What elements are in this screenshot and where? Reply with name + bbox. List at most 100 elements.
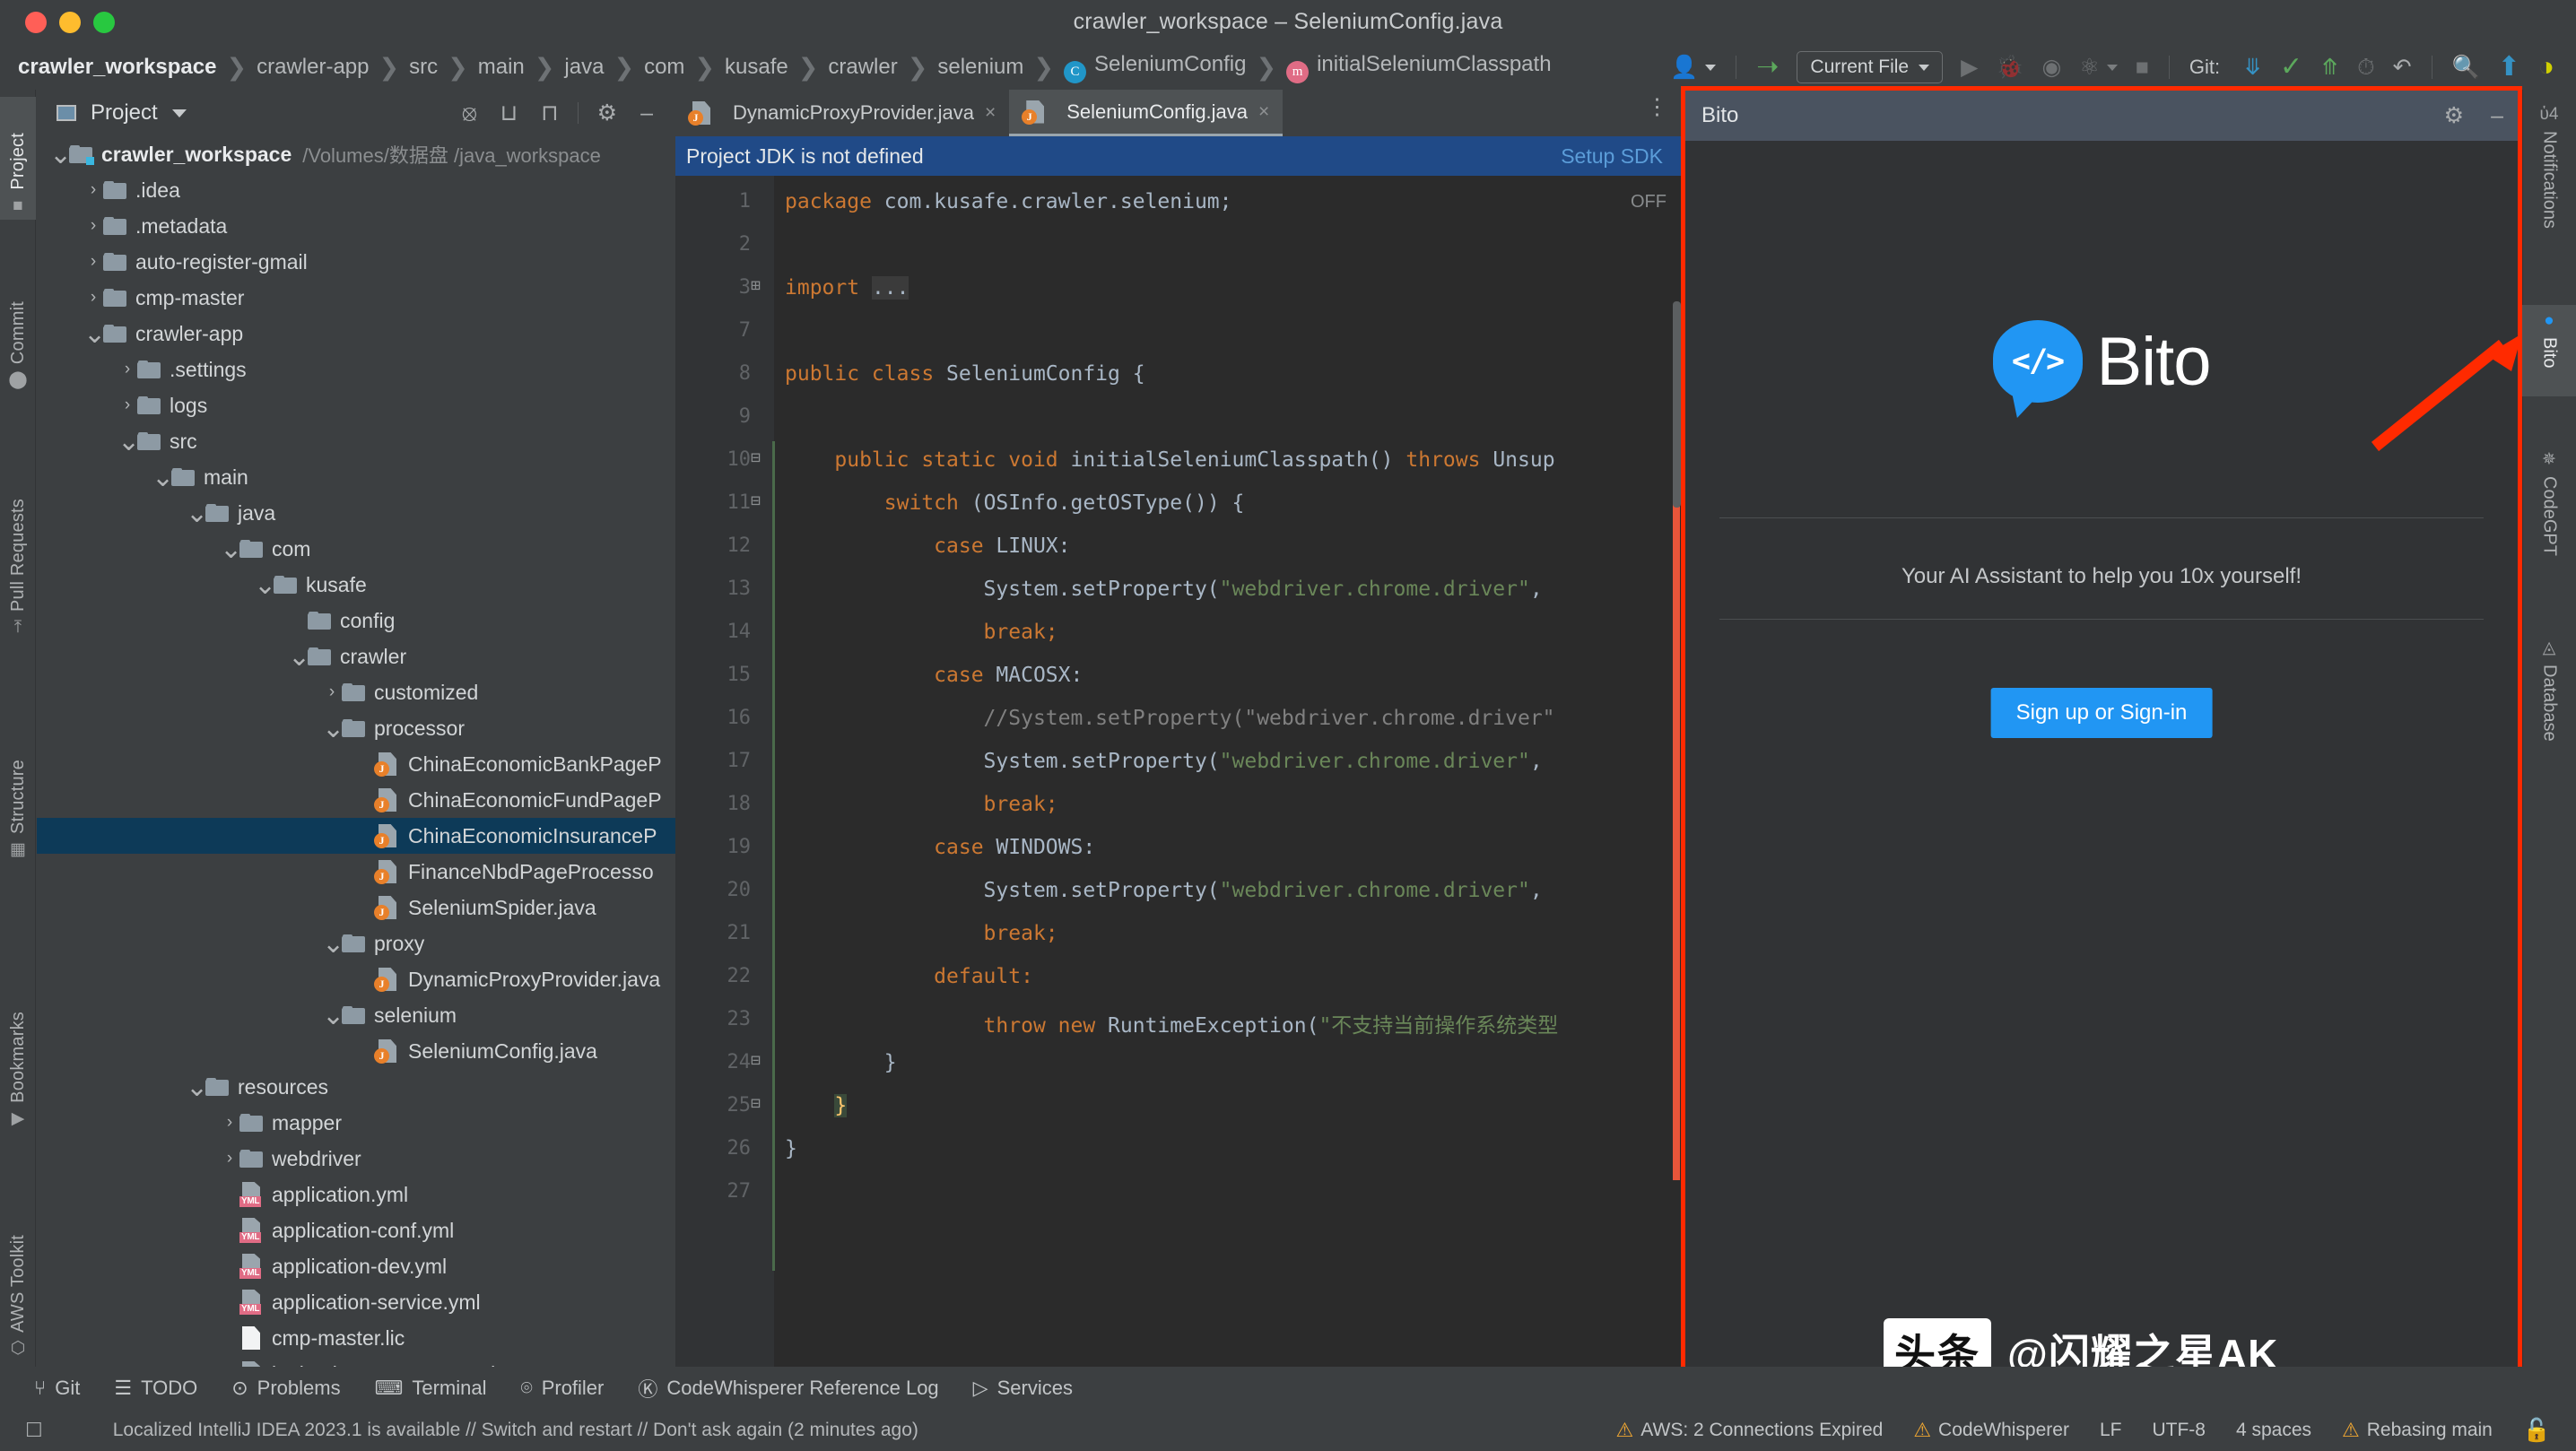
status-item-4-spaces[interactable]: 4 spaces bbox=[2236, 1420, 2311, 1441]
chevron-right-icon[interactable]: › bbox=[83, 252, 103, 272]
tree-row[interactable]: ⌄ main bbox=[37, 459, 675, 495]
breadcrumb-item-main[interactable]: main bbox=[478, 55, 525, 80]
upload-circle-icon[interactable]: ⬆ bbox=[2489, 45, 2529, 90]
breadcrumb-item-src[interactable]: src bbox=[409, 55, 438, 80]
chevron-down-icon[interactable]: ⌄ bbox=[186, 498, 208, 529]
more-options-icon[interactable]: ⋮ bbox=[1646, 96, 1668, 118]
editor-tab-dynamicproxyprovider[interactable]: J DynamicProxyProvider.java × bbox=[675, 90, 1009, 136]
tree-row[interactable]: ⌄ kusafe bbox=[37, 567, 675, 603]
chevron-right-icon[interactable]: › bbox=[117, 360, 137, 379]
bottom-tool-problems[interactable]: ⊙ Problems bbox=[231, 1377, 340, 1400]
coverage-icon[interactable]: ◉ bbox=[2032, 45, 2070, 90]
search-magnifier-icon[interactable]: 🔍 bbox=[2443, 45, 2489, 90]
tree-row[interactable]: ⌄ java bbox=[37, 495, 675, 531]
chevron-down-icon[interactable]: ⌄ bbox=[254, 569, 276, 601]
tree-row[interactable]: › customized bbox=[37, 674, 675, 710]
tree-row[interactable]: · cmp-master.lic bbox=[37, 1320, 675, 1356]
breadcrumb-item-com[interactable]: com bbox=[644, 55, 684, 80]
tree-row[interactable]: › auto-register-gmail bbox=[37, 244, 675, 280]
code-content[interactable]: package com.kusafe.crawler.selenium; impo… bbox=[774, 176, 1681, 1379]
gear-icon[interactable]: ⚙ bbox=[2444, 104, 2464, 127]
bito-signup-button[interactable]: Sign up or Sign-in bbox=[1990, 688, 2213, 738]
debug-bug-icon[interactable]: 🐞 bbox=[1987, 45, 2032, 90]
expand-all-icon[interactable]: ⊔ bbox=[489, 100, 530, 126]
left-tool-tab-commit[interactable]: Commit ⬤ bbox=[0, 282, 36, 394]
user-avatar-icon[interactable]: 👤 bbox=[1661, 45, 1725, 90]
code-editor[interactable]: 1 2 3 ⊞ 7 8 9 10 ⊟ 11 ⊟ 12 13 14 15 16 17 18 19 20 21 22 23 24 ⊟… bbox=[675, 176, 1681, 1379]
ide-info-icon[interactable]: ☐ bbox=[25, 1421, 43, 1440]
left-tool-tab-project[interactable]: Project ■ bbox=[0, 97, 36, 220]
tree-row[interactable]: ·J FinanceNbdPageProcesso bbox=[37, 854, 675, 890]
push-arrow-icon[interactable]: ⤊ bbox=[2311, 45, 2348, 90]
tree-row[interactable]: ·YML application-service.yml bbox=[37, 1284, 675, 1320]
fold-expand-icon[interactable]: ⊞ bbox=[751, 276, 761, 295]
status-item-codewhisperer[interactable]: ⚠ CodeWhisperer bbox=[1913, 1419, 2069, 1442]
chevron-down-icon[interactable]: ⌄ bbox=[186, 1072, 208, 1103]
tree-row[interactable]: ⌄ com bbox=[37, 531, 675, 567]
tree-row[interactable]: ·J SeleniumConfig.java bbox=[37, 1033, 675, 1069]
close-icon[interactable]: × bbox=[985, 102, 996, 124]
tree-row[interactable]: › webdriver bbox=[37, 1141, 675, 1177]
chevron-down-icon[interactable]: ⌄ bbox=[220, 534, 242, 565]
bottom-tool-todo[interactable]: ☰ TODO bbox=[114, 1377, 197, 1400]
gear-icon[interactable]: ⚙ bbox=[586, 100, 629, 126]
tree-row[interactable]: ·J SeleniumSpider.java bbox=[37, 890, 675, 925]
close-icon[interactable]: × bbox=[1258, 101, 1269, 123]
breadcrumb-item-crawler[interactable]: crawler bbox=[828, 55, 897, 80]
editor-tab-seleniumconfig[interactable]: J SeleniumConfig.java × bbox=[1009, 90, 1284, 136]
right-tool-tab-bito[interactable]: ● Bito bbox=[2522, 305, 2576, 396]
editor-scrollbar[interactable] bbox=[1673, 301, 1681, 508]
status-item-lf[interactable]: LF bbox=[2100, 1420, 2122, 1441]
breadcrumb-item-seleniumconfig[interactable]: C SeleniumConfig bbox=[1064, 52, 1246, 83]
locate-icon[interactable]: ⦻ bbox=[450, 100, 489, 126]
lock-icon[interactable]: 🔓 bbox=[2523, 1419, 2551, 1442]
tree-row[interactable]: ⌄ processor bbox=[37, 710, 675, 746]
left-tool-tab-structure[interactable]: Structure ▦ bbox=[0, 717, 36, 864]
breadcrumb-item-kusafe[interactable]: kusafe bbox=[725, 55, 788, 80]
tree-row[interactable]: › .idea bbox=[37, 172, 675, 208]
chevron-right-icon[interactable]: › bbox=[83, 216, 103, 236]
chevron-right-icon[interactable]: › bbox=[83, 288, 103, 308]
error-stripe[interactable] bbox=[1673, 418, 1680, 1180]
hide-icon[interactable]: – bbox=[629, 100, 665, 126]
setup-sdk-link[interactable]: Setup SDK bbox=[1561, 144, 1663, 169]
status-item-aws-2-connections-expired[interactable]: ⚠ AWS: 2 Connections Expired bbox=[1616, 1419, 1884, 1442]
tree-row-selected[interactable]: ·J ChinaEconomicInsuranceP bbox=[37, 818, 675, 854]
fold-collapse-icon[interactable]: ⊟ bbox=[751, 1051, 761, 1070]
status-item-rebasing-main[interactable]: ⚠ Rebasing main bbox=[2342, 1419, 2493, 1442]
fold-collapse-icon[interactable]: ⊟ bbox=[751, 448, 761, 467]
stop-square-icon[interactable]: ■ bbox=[2127, 45, 2158, 90]
tree-row[interactable]: ·J ChinaEconomicFundPageP bbox=[37, 782, 675, 818]
breadcrumb-item-initialseleniumclasspath[interactable]: m initialSeleniumClasspath bbox=[1286, 52, 1552, 83]
chevron-down-icon[interactable]: ⌄ bbox=[322, 713, 344, 744]
breadcrumb-item-crawler-app[interactable]: crawler-app bbox=[257, 55, 369, 80]
tree-row[interactable]: ⌄ crawler_workspace/Volumes/数据盘 /java_wor… bbox=[37, 136, 675, 172]
tree-row[interactable]: › .settings bbox=[37, 352, 675, 387]
theme-toggle-icon[interactable]: ◑ bbox=[2529, 45, 2563, 90]
chevron-down-icon[interactable] bbox=[171, 109, 187, 117]
tree-row[interactable]: › cmp-master bbox=[37, 280, 675, 316]
right-tool-tab-database[interactable]: ◬ Database bbox=[2522, 632, 2576, 770]
chevron-down-icon[interactable]: ⌄ bbox=[322, 1000, 344, 1031]
tree-row[interactable]: ⌄ selenium bbox=[37, 997, 675, 1033]
chevron-right-icon[interactable]: › bbox=[117, 395, 137, 415]
tree-row[interactable]: › mapper bbox=[37, 1105, 675, 1141]
profiler-icon[interactable]: ⚛ bbox=[2070, 45, 2126, 90]
history-clock-icon[interactable]: ⏱ bbox=[2348, 45, 2384, 90]
tree-row[interactable]: ·YML application-dev.yml bbox=[37, 1248, 675, 1284]
tree-row[interactable]: ·J ChinaEconomicBankPageP bbox=[37, 746, 675, 782]
fold-collapse-icon[interactable]: ⊟ bbox=[751, 1094, 761, 1113]
chevron-down-icon[interactable]: ⌄ bbox=[322, 928, 344, 960]
tree-row[interactable]: ⌄ proxy bbox=[37, 925, 675, 961]
right-tool-tab-codegpt[interactable]: ✵ CodeGPT bbox=[2522, 444, 2576, 570]
right-tool-tab-notifications[interactable]: ὑ4 Notifications bbox=[2522, 99, 2576, 295]
chevron-down-icon[interactable]: ⌄ bbox=[83, 318, 106, 350]
tree-row[interactable]: › .metadata bbox=[37, 208, 675, 244]
tree-row[interactable]: ⌄ src bbox=[37, 423, 675, 459]
commit-check-icon[interactable]: ✓ bbox=[2271, 45, 2311, 90]
chevron-down-icon[interactable]: ⌄ bbox=[49, 139, 72, 170]
bottom-tool-codewhisperer-reference-log[interactable]: Ⓚ CodeWhisperer Reference Log bbox=[638, 1374, 938, 1403]
breadcrumb-item-crawler-workspace[interactable]: crawler_workspace bbox=[18, 55, 216, 80]
tree-row[interactable]: ⌄ resources bbox=[37, 1069, 675, 1105]
rollback-icon[interactable]: ↶ bbox=[2384, 45, 2421, 90]
